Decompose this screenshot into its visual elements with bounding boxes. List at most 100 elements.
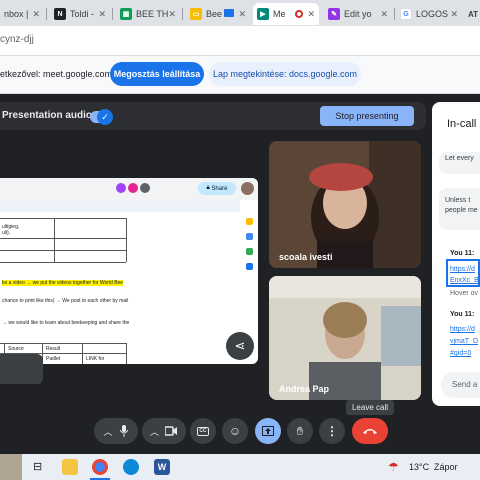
chat-info-bubble: Let every (439, 152, 480, 174)
tab-title: Me (273, 9, 286, 19)
chat-text: Unless t people me (445, 197, 478, 214)
tab-title: Edit yo (344, 9, 372, 19)
presenting-icon (224, 9, 234, 17)
recording-icon (295, 10, 303, 18)
weather-rain-icon: ☂ (388, 460, 399, 474)
camera-icon (165, 426, 177, 436)
chrome-icon[interactable] (92, 459, 108, 475)
participant-video (269, 141, 421, 268)
tab-bee[interactable]: ▭ Bee ✕ (186, 3, 250, 25)
self-view-tile[interactable] (0, 354, 43, 384)
captions-icon: CC (197, 426, 209, 436)
presentation-audio-toggle[interactable]: ✓ (90, 109, 113, 125)
weather-condition: Zápor (434, 462, 458, 472)
edge-icon[interactable] (123, 459, 139, 475)
chat-hover-hint: Hover ov (450, 290, 479, 297)
chat-link[interactable]: https://d EnxXc_B (450, 264, 479, 286)
send-placeholder: Send a m (452, 380, 480, 389)
participant-video (269, 276, 421, 400)
task-view-icon[interactable]: ⊟ (33, 460, 42, 473)
close-icon[interactable]: ✕ (380, 9, 388, 20)
panel-title: In-call (447, 118, 477, 130)
chat-link[interactable]: https://d vjmaT_D #gid=0 (450, 324, 478, 360)
screen-share-banner: etkezővel: meet.google.com Megosztás leá… (0, 56, 480, 94)
doc-share-label: Share (211, 185, 228, 192)
presentation-bar: Presentation audio ✓ Stop presenting (0, 102, 426, 130)
word-icon[interactable]: W (154, 459, 170, 475)
leave-call-tooltip: Leave call (346, 400, 394, 415)
doc-highlighted-line: ke a video → we put the videos together … (2, 280, 124, 286)
avatar (241, 182, 254, 195)
present-button[interactable] (255, 418, 281, 444)
participant-tile[interactable]: scoala ivesti (269, 141, 421, 268)
microphone-control[interactable]: ︿ (94, 418, 138, 444)
close-icon[interactable]: ✕ (238, 9, 246, 20)
tab-title: LOGOS (416, 9, 449, 19)
chat-info-bubble: Unless t people me (439, 188, 480, 230)
url-text[interactable]: cynz-djj (0, 34, 34, 45)
tab-edit[interactable]: ✎ Edit yo ✕ (324, 3, 392, 25)
emoji-icon: ☺ (228, 424, 242, 438)
table-cell: LINK for (86, 356, 105, 362)
chat-sender: You 11: (450, 250, 475, 257)
tab-title: BEE TH (136, 9, 169, 19)
send-message-input[interactable]: Send a m (441, 372, 480, 398)
slides-icon: ▭ (190, 8, 202, 20)
check-icon: ✓ (97, 109, 113, 125)
table-cell: Padlet (46, 356, 61, 362)
share-icon[interactable]: ⋖ (226, 332, 254, 360)
close-icon[interactable]: ✕ (307, 9, 315, 20)
chevron-up-icon[interactable]: ︿ (103, 425, 112, 438)
stop-presenting-button[interactable]: Stop presenting (320, 106, 414, 126)
share-banner-message: etkezővel: meet.google.com (0, 69, 113, 79)
microphone-icon (119, 425, 128, 437)
show-tab-button[interactable]: Lap megtekintése: docs.google.com (209, 62, 361, 86)
close-icon[interactable]: ✕ (168, 9, 176, 20)
google-icon: G (400, 8, 412, 20)
captions-button[interactable]: CC (190, 418, 216, 444)
participant-tile[interactable]: Andrea Pap (269, 276, 421, 400)
doc-line: → we would like to learn about beekeepin… (2, 320, 130, 326)
chat-sender: You 11: (450, 311, 475, 318)
participant-name: scoala ivesti (279, 252, 333, 262)
table-header: Result (46, 346, 61, 352)
tab-at[interactable]: AT (464, 3, 480, 25)
participant-name: Andrea Pap (279, 384, 330, 394)
user-avatar-icon[interactable] (0, 454, 22, 480)
chevron-up-icon[interactable]: ︿ (150, 425, 159, 438)
doc-line: uli), (2, 230, 11, 236)
more-options-button[interactable]: ⋮ (319, 418, 345, 444)
tab-toldi[interactable]: N Toldi - ✕ (50, 3, 110, 25)
camera-control[interactable]: ︿ (142, 418, 186, 444)
doc-toolbar (0, 200, 240, 212)
tab-title: Toldi - (70, 9, 95, 19)
puzzle-icon: ✎ (328, 8, 340, 20)
close-icon[interactable]: ✕ (32, 9, 40, 20)
table-header: Source (8, 346, 24, 352)
tab-inbox[interactable]: nbox | ✕ (0, 3, 44, 25)
collaborator-avatars (116, 183, 150, 193)
lock-icon: 🔒︎ (206, 185, 210, 191)
close-icon[interactable]: ✕ (450, 9, 458, 20)
os-taskbar: ⊟ W ☂ 13°C Zápor (0, 454, 480, 480)
hand-icon: ✋︎ (296, 423, 304, 438)
emoji-button[interactable]: ☺ (222, 418, 248, 444)
doc-line: chance to print like this) → We post to … (2, 298, 129, 304)
address-bar[interactable]: cynz-djj (0, 26, 480, 56)
tab-bee-th[interactable]: ▦ BEE TH ✕ (116, 3, 180, 25)
shared-screen-preview: 🔒︎ Share ultigieg, uli), ke a video → we… (0, 178, 258, 364)
file-explorer-icon[interactable] (62, 459, 78, 475)
tab-logos[interactable]: G LOGOS ✕ (396, 3, 462, 25)
present-icon (262, 426, 274, 436)
doc-share-button[interactable]: 🔒︎ Share (198, 182, 236, 195)
phone-hangup-icon (363, 429, 377, 434)
stop-sharing-button[interactable]: Megosztás leállítása (110, 62, 204, 86)
close-icon[interactable]: ✕ (98, 9, 106, 20)
tab-title: AT (468, 9, 479, 19)
doc-header: 🔒︎ Share (0, 178, 258, 200)
in-call-messages-panel: In-call Let every Unless t people me You… (432, 102, 480, 406)
notion-icon: N (54, 8, 66, 20)
tab-meet[interactable]: ▶ Me ✕ (253, 3, 319, 25)
raise-hand-button[interactable]: ✋︎ (287, 418, 313, 444)
leave-call-button[interactable] (352, 418, 388, 444)
